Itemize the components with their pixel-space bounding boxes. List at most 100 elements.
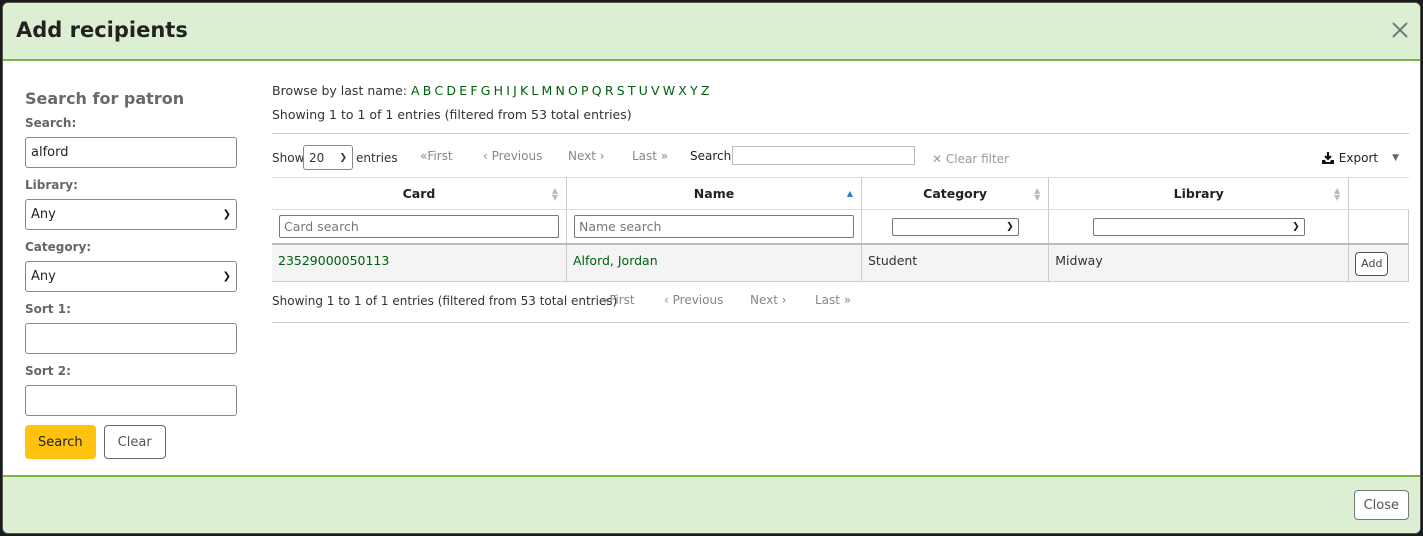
browse-letter-u[interactable]: U (639, 83, 648, 98)
export-button[interactable]: Export ▼ (1321, 151, 1399, 165)
results-info-bottom: Showing 1 to 1 of 1 entries (filtered fr… (272, 294, 618, 308)
table-search-input[interactable] (732, 146, 915, 165)
sort-icon: ▲ ▼ (1034, 186, 1041, 202)
column-header-category[interactable]: Category ▲ ▼ (861, 177, 1050, 210)
library-cell: Midway (1048, 243, 1350, 282)
previous-label: Previous (491, 149, 543, 163)
browse-letter-v[interactable]: V (651, 83, 660, 98)
patron-name-link[interactable]: Alford, Jordan (573, 253, 658, 268)
form-actions: Search Clear (25, 425, 237, 459)
browse-letter-g[interactable]: G (481, 83, 491, 98)
column-header-card[interactable]: Card ▲ ▼ (272, 177, 567, 210)
name-search-input[interactable]: Name search (574, 214, 854, 238)
browse-letter-r[interactable]: R (605, 83, 614, 98)
sort2-label: Sort 2: (25, 364, 71, 378)
column-header-library[interactable]: Library ▲ ▼ (1048, 177, 1350, 210)
clear-button[interactable]: Clear (103, 425, 166, 459)
browse-letter-m[interactable]: M (541, 83, 552, 98)
sort1-input[interactable] (25, 323, 237, 354)
modal-close-button[interactable] (1388, 19, 1412, 43)
chevron-left-icon: ‹ (664, 293, 673, 307)
card-number-link[interactable]: 23529000050113 (278, 253, 389, 268)
chevron-right-icon: › (777, 293, 787, 307)
chevron-down-icon: ❯ (222, 209, 231, 220)
browse-letter-p[interactable]: P (581, 83, 589, 98)
modal-footer: Close (3, 475, 1420, 533)
browse-letter-n[interactable]: N (555, 83, 564, 98)
browse-letter-s[interactable]: S (617, 83, 625, 98)
browse-letter-o[interactable]: O (568, 83, 578, 98)
show-label: Show (272, 151, 305, 165)
browse-letter-i[interactable]: I (506, 83, 510, 98)
browse-letter-k[interactable]: K (520, 83, 528, 98)
add-patron-button[interactable]: Add (1355, 251, 1389, 276)
browse-letter-b[interactable]: B (423, 83, 432, 98)
results-panel: Browse by last name: ABCDEFGHIJKLMNOPQRS… (272, 81, 1409, 323)
chevron-down-icon: ❯ (339, 152, 347, 163)
page-size-select[interactable]: 20 ❯ (303, 145, 353, 170)
previous-page-button[interactable]: ‹ Previous (664, 293, 723, 307)
browse-letter-z[interactable]: Z (701, 83, 710, 98)
column-header-actions (1348, 177, 1409, 210)
download-icon (1321, 152, 1334, 164)
close-x-icon (1392, 21, 1408, 38)
double-chevron-right-icon: » (840, 293, 852, 307)
double-chevron-right-icon: » (657, 149, 669, 163)
patron-search-form: Search for patron Search: alford Library… (25, 89, 237, 459)
sort2-input[interactable] (25, 385, 237, 416)
first-label: First (427, 149, 453, 163)
column-label: Card (402, 186, 436, 201)
table-header-row: Card ▲ ▼ Name ▲ Category ▲ ▼ Library ▲ ▼ (272, 177, 1409, 210)
browse-label: Browse by last name: (272, 83, 407, 98)
results-info: Showing 1 to 1 of 1 entries (filtered fr… (272, 107, 632, 122)
page-size-value: 20 (309, 150, 325, 165)
browse-letter-h[interactable]: H (494, 83, 503, 98)
search-button[interactable]: Search (25, 425, 96, 459)
library-filter-select[interactable]: ❯ (1092, 217, 1305, 236)
category-select[interactable]: Any ❯ (25, 261, 237, 292)
browse-letter-l[interactable]: L (531, 83, 538, 98)
browse-letter-x[interactable]: X (678, 83, 687, 98)
last-page-button[interactable]: Last » (815, 293, 851, 307)
library-select-value: Any (31, 207, 56, 222)
browse-letter-j[interactable]: J (513, 83, 517, 98)
browse-letter-e[interactable]: E (459, 83, 467, 98)
next-label: Next (750, 293, 778, 307)
sort-icon: ▲ ▼ (551, 186, 558, 202)
next-page-button[interactable]: Next › (568, 149, 605, 163)
table-toolbar: Show 20 ❯ entries «First ‹ Previous Next … (272, 133, 1409, 177)
last-page-button[interactable]: Last » (632, 149, 668, 163)
clear-filter-label: Clear filter (945, 152, 1010, 166)
entries-label: entries (356, 151, 398, 165)
browse-letter-f[interactable]: F (470, 83, 477, 98)
clear-filter-button[interactable]: ✕ Clear filter (932, 152, 1009, 166)
next-page-button[interactable]: Next › (750, 293, 787, 307)
modal-title: Add recipients (16, 18, 188, 42)
column-header-name[interactable]: Name ▲ (566, 177, 862, 210)
export-label: Export (1338, 151, 1379, 165)
column-label: Category (923, 186, 988, 201)
category-filter-select[interactable]: ❯ (891, 217, 1019, 236)
browse-letter-q[interactable]: Q (592, 83, 602, 98)
first-page-button[interactable]: «First (602, 293, 635, 307)
chevron-right-icon: › (595, 149, 605, 163)
browse-letter-t[interactable]: T (628, 83, 636, 98)
search-input[interactable]: alford (25, 137, 237, 168)
previous-page-button[interactable]: ‹ Previous (483, 149, 542, 163)
add-recipients-modal: Add recipients Search for patron Search:… (2, 2, 1421, 534)
card-search-input[interactable]: Card search (279, 214, 559, 238)
caret-down-icon: ▼ (1392, 153, 1399, 163)
browse-letter-c[interactable]: C (434, 83, 443, 98)
first-page-button[interactable]: «First (420, 149, 453, 163)
category-select-value: Any (31, 269, 56, 284)
last-label: Last (815, 293, 840, 307)
close-button[interactable]: Close (1353, 490, 1409, 520)
browse-letter-a[interactable]: A (411, 83, 420, 98)
browse-letter-w[interactable]: W (663, 83, 675, 98)
library-select[interactable]: Any ❯ (25, 199, 237, 230)
browse-letter-y[interactable]: Y (690, 83, 698, 98)
browse-letter-d[interactable]: D (446, 83, 456, 98)
chevron-down-icon: ❯ (1006, 221, 1014, 232)
library-label: Library: (25, 178, 78, 192)
browse-by-last-name: Browse by last name: ABCDEFGHIJKLMNOPQRS… (272, 81, 1409, 101)
